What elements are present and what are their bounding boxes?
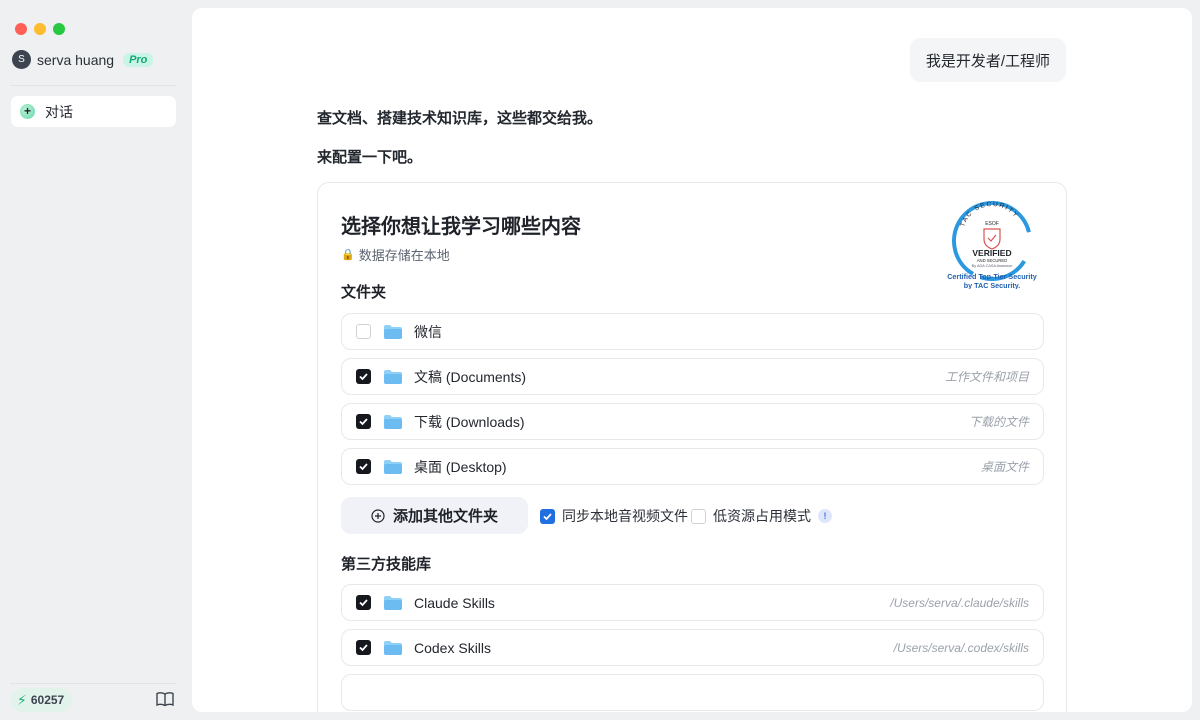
security-seal-icon: TAC SECURITY ESOF VERIFIED AND SECURED B… [947, 201, 1037, 289]
avatar: S [12, 50, 31, 69]
folder-hint: 桌面文件 [980, 460, 1029, 474]
user-message-bubble: 我是开发者/工程师 [909, 38, 1066, 82]
folder-hint: 工作文件和项目 [944, 370, 1029, 384]
skill-path: /Users/serva/.codex/skills [893, 640, 1029, 655]
sidebar-item-chat[interactable]: + 对话 [11, 96, 176, 127]
low-resource-label: 低资源占用模式 [713, 508, 811, 524]
window-controls [15, 23, 65, 35]
folder-icon [384, 369, 402, 384]
add-folder-label: 添加其他文件夹 [392, 508, 498, 525]
folder-row-documents[interactable]: 文稿 (Documents) 工作文件和项目 [341, 358, 1044, 395]
folder-label: 文稿 (Documents) [414, 368, 527, 385]
sync-av-option[interactable]: 同步本地音视频文件 [540, 506, 688, 526]
folder-checkbox[interactable] [356, 369, 371, 384]
assistant-message: 来配置一下吧。 [317, 149, 423, 166]
assistant-message: 查文档、搭建技术知识库，这些都交给我。 [317, 110, 603, 127]
plus-icon: + [20, 104, 35, 119]
folder-row-desktop[interactable]: 桌面 (Desktop) 桌面文件 [341, 448, 1044, 485]
folder-icon [384, 459, 402, 474]
folder-label: 下载 (Downloads) [414, 413, 525, 430]
user-name: serva huang [37, 51, 115, 68]
sync-av-checkbox[interactable] [540, 508, 555, 524]
sidebar-item-label: 对话 [45, 103, 73, 120]
credits-value: 60257 [30, 693, 65, 707]
folder-row-downloads[interactable]: 下载 (Downloads) 下载的文件 [341, 403, 1044, 440]
folder-row-wechat[interactable]: 微信 [341, 313, 1044, 350]
close-window-button[interactable] [15, 23, 27, 35]
sidebar-bottom-divider [10, 683, 176, 684]
svg-text:by TAC Security.: by TAC Security. [964, 281, 1020, 289]
maximize-window-button[interactable] [53, 23, 65, 35]
info-icon[interactable]: ! [818, 509, 832, 523]
bolt-icon: ⚡ [17, 691, 27, 708]
folder-label: 微信 [414, 323, 442, 340]
card-title: 选择你想让我学习哪些内容 [341, 216, 581, 238]
folder-hint: 下载的文件 [968, 415, 1029, 429]
skill-path: /Users/serva/.claude/skills [890, 595, 1029, 610]
skill-checkbox[interactable] [356, 595, 371, 610]
folder-icon [384, 324, 402, 339]
card-subtitle: 🔒 数据存储在本地 [341, 245, 450, 264]
minimize-window-button[interactable] [34, 23, 46, 35]
svg-text:Certified Top-Tier Security: Certified Top-Tier Security [947, 272, 1037, 281]
folder-checkbox[interactable] [356, 459, 371, 474]
skill-row-codex[interactable]: Codex Skills /Users/serva/.codex/skills [341, 629, 1044, 666]
main-panel: 我是开发者/工程师 查文档、搭建技术知识库，这些都交给我。 来配置一下吧。 选择… [192, 8, 1192, 712]
skill-checkbox[interactable] [356, 640, 371, 655]
user-profile[interactable]: S serva huang Pro [12, 50, 154, 69]
setup-card: 选择你想让我学习哪些内容 🔒 数据存储在本地 TAC SECURITY ESOF… [317, 182, 1067, 712]
folders-section-title: 文件夹 [341, 284, 387, 301]
folder-icon [384, 595, 402, 610]
sidebar: S serva huang Pro + 对话 ⚡ 60257 [0, 0, 190, 720]
svg-text:ESOF: ESOF [985, 221, 999, 227]
sync-av-label: 同步本地音视频文件 [562, 508, 688, 524]
svg-text:AND SECURED: AND SECURED [977, 258, 1007, 263]
add-circle-icon [371, 508, 385, 523]
sidebar-divider [10, 85, 176, 86]
folder-label: 桌面 (Desktop) [414, 458, 507, 475]
low-resource-option[interactable]: 低资源占用模式 ! [691, 506, 832, 526]
folder-icon [384, 414, 402, 429]
pro-badge: Pro [123, 52, 154, 67]
book-icon[interactable] [156, 691, 174, 707]
folder-checkbox[interactable] [356, 414, 371, 429]
skill-row-partial[interactable] [341, 674, 1044, 711]
skill-row-claude[interactable]: Claude Skills /Users/serva/.claude/skill… [341, 584, 1044, 621]
svg-text:VERIFIED: VERIFIED [972, 248, 1011, 258]
skill-label: Claude Skills [414, 594, 495, 611]
storage-note: 数据存储在本地 [358, 248, 450, 263]
skills-section-title: 第三方技能库 [341, 556, 432, 573]
skill-label: Codex Skills [414, 639, 492, 656]
low-resource-checkbox[interactable] [691, 508, 706, 524]
lock-icon: 🔒 [341, 249, 355, 261]
credits-badge[interactable]: ⚡ 60257 [11, 688, 73, 712]
svg-text:By ADA CASA Assessor: By ADA CASA Assessor [972, 264, 1013, 268]
add-folder-button[interactable]: 添加其他文件夹 [341, 497, 528, 534]
folder-checkbox[interactable] [356, 324, 371, 339]
folder-icon [384, 640, 402, 655]
